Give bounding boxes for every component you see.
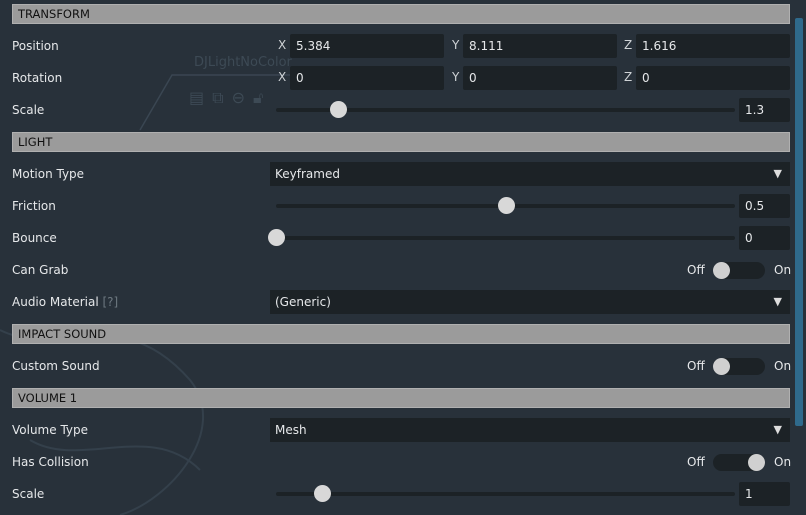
dropdown-value: Mesh bbox=[275, 423, 307, 437]
volume-scale-slider[interactable] bbox=[276, 485, 735, 502]
volume-scale-label: Scale bbox=[12, 487, 45, 501]
slider-thumb[interactable] bbox=[329, 101, 347, 118]
toggle-off-label: Off bbox=[687, 359, 705, 373]
can-grab-label: Can Grab bbox=[12, 263, 69, 277]
label-text: Audio Material bbox=[12, 295, 99, 309]
document-icon: ▤ bbox=[189, 88, 205, 107]
dropdown-value: Keyframed bbox=[275, 167, 340, 181]
toggle-off-label: Off bbox=[687, 455, 705, 469]
rotation-x-input[interactable]: 0 bbox=[290, 66, 444, 90]
can-grab-toggle[interactable] bbox=[713, 262, 765, 279]
scrollbar[interactable] bbox=[795, 18, 803, 426]
toggle-knob bbox=[713, 262, 730, 279]
axis-y-label: Y bbox=[452, 38, 460, 52]
friction-slider[interactable] bbox=[276, 197, 735, 214]
position-y-input[interactable]: 8.111 bbox=[463, 34, 617, 58]
has-collision-label: Has Collision bbox=[12, 455, 89, 469]
position-z-input[interactable]: 1.616 bbox=[636, 34, 790, 58]
lock-icon: 🔓︎ bbox=[252, 88, 264, 107]
rotation-z-input[interactable]: 0 bbox=[636, 66, 790, 90]
minus-circle-icon: ⊖ bbox=[231, 88, 245, 107]
triangle-down-icon: ▼ bbox=[773, 423, 782, 436]
toggle-on-label: On bbox=[774, 263, 792, 277]
custom-sound-toggle[interactable] bbox=[713, 358, 765, 375]
friction-label: Friction bbox=[12, 199, 56, 213]
section-header-light[interactable]: LIGHT bbox=[12, 132, 790, 152]
motion-type-label: Motion Type bbox=[12, 167, 85, 181]
scale-slider[interactable] bbox=[276, 101, 735, 118]
volume-type-dropdown[interactable]: Mesh ▼ bbox=[270, 418, 790, 442]
volume-type-label: Volume Type bbox=[12, 423, 89, 437]
section-header-impact-sound[interactable]: IMPACT SOUND bbox=[12, 324, 790, 344]
toggle-knob bbox=[748, 454, 765, 471]
section-header-volume-1[interactable]: VOLUME 1 bbox=[12, 388, 790, 408]
slider-thumb[interactable] bbox=[313, 485, 331, 502]
axis-x-label: X bbox=[278, 38, 287, 52]
custom-sound-label: Custom Sound bbox=[12, 359, 100, 373]
bounce-input[interactable]: 0 bbox=[739, 226, 790, 250]
triangle-down-icon: ▼ bbox=[773, 167, 782, 180]
motion-type-dropdown[interactable]: Keyframed ▼ bbox=[270, 162, 790, 186]
axis-y-label: Y bbox=[452, 70, 460, 84]
position-x-input[interactable]: 5.384 bbox=[290, 34, 444, 58]
toggle-knob bbox=[713, 358, 730, 375]
toggle-on-label: On bbox=[774, 359, 792, 373]
object-name-watermark: DJLightNoColor bbox=[194, 55, 292, 70]
slider-thumb[interactable] bbox=[497, 197, 515, 214]
link-icon: ⧉ bbox=[212, 88, 224, 107]
position-label: Position bbox=[12, 39, 59, 53]
scale-input[interactable]: 1.3 bbox=[739, 98, 790, 122]
audio-material-dropdown[interactable]: (Generic) ▼ bbox=[270, 290, 790, 314]
scale-label: Scale bbox=[12, 103, 45, 117]
section-header-transform[interactable]: TRANSFORM bbox=[12, 4, 790, 24]
rotation-label: Rotation bbox=[12, 71, 63, 85]
help-link[interactable]: [?] bbox=[103, 295, 119, 309]
audio-material-label: Audio Material [?] bbox=[12, 294, 118, 310]
ghost-toolbar: ▤ ⧉ ⊖ 🔓︎ bbox=[189, 88, 263, 108]
has-collision-toggle[interactable] bbox=[713, 454, 765, 471]
triangle-down-icon: ▼ bbox=[773, 295, 782, 308]
axis-z-label: Z bbox=[624, 70, 633, 84]
dropdown-value: (Generic) bbox=[275, 295, 331, 309]
slider-thumb[interactable] bbox=[268, 229, 285, 246]
axis-x-label: X bbox=[278, 70, 287, 84]
bounce-slider[interactable] bbox=[268, 229, 735, 246]
toggle-off-label: Off bbox=[687, 263, 705, 277]
bounce-label: Bounce bbox=[12, 231, 57, 245]
rotation-y-input[interactable]: 0 bbox=[463, 66, 617, 90]
axis-z-label: Z bbox=[624, 38, 633, 52]
volume-scale-input[interactable]: 1 bbox=[739, 482, 790, 506]
friction-input[interactable]: 0.5 bbox=[739, 194, 790, 218]
toggle-on-label: On bbox=[774, 455, 792, 469]
